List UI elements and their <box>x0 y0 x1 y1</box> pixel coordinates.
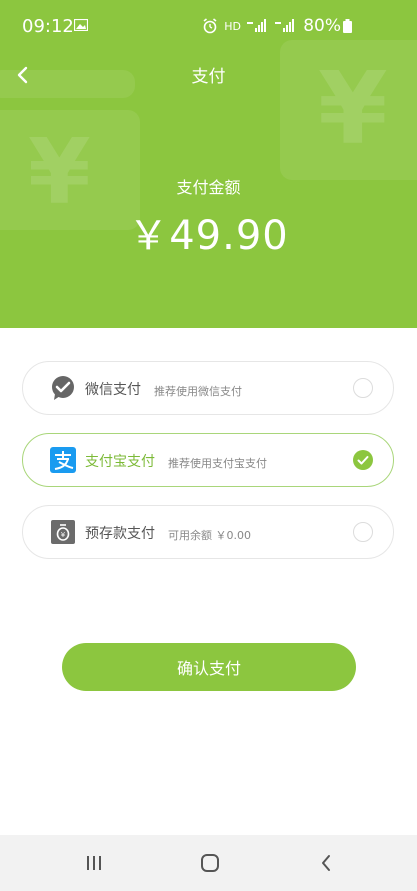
confirm-payment-button[interactable]: 确认支付 <box>62 643 356 691</box>
alipay-icon <box>50 447 76 473</box>
check-icon <box>357 456 369 465</box>
option-desc: 推荐使用微信支付 <box>154 385 242 398</box>
home-icon <box>201 854 219 872</box>
svg-text:¥: ¥ <box>61 531 66 539</box>
recent-apps-button[interactable] <box>74 849 114 877</box>
wechat-pay-icon <box>52 376 74 400</box>
home-button[interactable] <box>190 849 230 877</box>
amount-value: ￥49.90 <box>128 213 289 259</box>
signal-4g-icon <box>247 19 266 32</box>
option-desc: 可用余额 ￥0.00 <box>168 529 251 542</box>
radio-unchecked[interactable] <box>353 378 373 398</box>
payment-option-prepaid[interactable]: ¥ 预存款支付 可用余额 ￥0.00 <box>22 505 394 559</box>
back-icon <box>322 855 330 871</box>
page-title: 支付 <box>191 67 226 87</box>
back-nav-button[interactable] <box>306 849 346 877</box>
battery-level: 80% <box>303 16 341 36</box>
payment-option-alipay[interactable]: 支付宝支付 推荐使用支付宝支付 <box>22 433 394 487</box>
radio-checked[interactable] <box>353 450 373 470</box>
hd-indicator: HD <box>224 19 241 33</box>
status-time: 09:12 <box>22 16 74 37</box>
header-banner: ¥ ¥ 09:12 HD 80% 支付 支付金额 ￥49.90 <box>0 0 417 328</box>
recent-apps-icon <box>87 856 101 870</box>
option-name: 支付宝支付 <box>85 454 155 470</box>
signal-3g-icon <box>275 19 294 32</box>
radio-unchecked[interactable] <box>353 522 373 542</box>
option-name: 微信支付 <box>85 382 141 398</box>
status-bar: 09:12 HD 80% <box>0 0 417 50</box>
status-icons: HD <box>202 18 297 34</box>
alarm-icon <box>203 18 217 34</box>
option-name: 预存款支付 <box>85 526 155 542</box>
system-nav-bar <box>0 835 417 891</box>
image-notification-icon <box>74 19 88 31</box>
battery-icon <box>343 19 352 33</box>
option-desc: 推荐使用支付宝支付 <box>168 457 267 470</box>
wallet-icon: ¥ <box>51 520 75 544</box>
payment-option-wechat[interactable]: 微信支付 推荐使用微信支付 <box>22 361 394 415</box>
amount-label: 支付金额 <box>176 178 241 197</box>
